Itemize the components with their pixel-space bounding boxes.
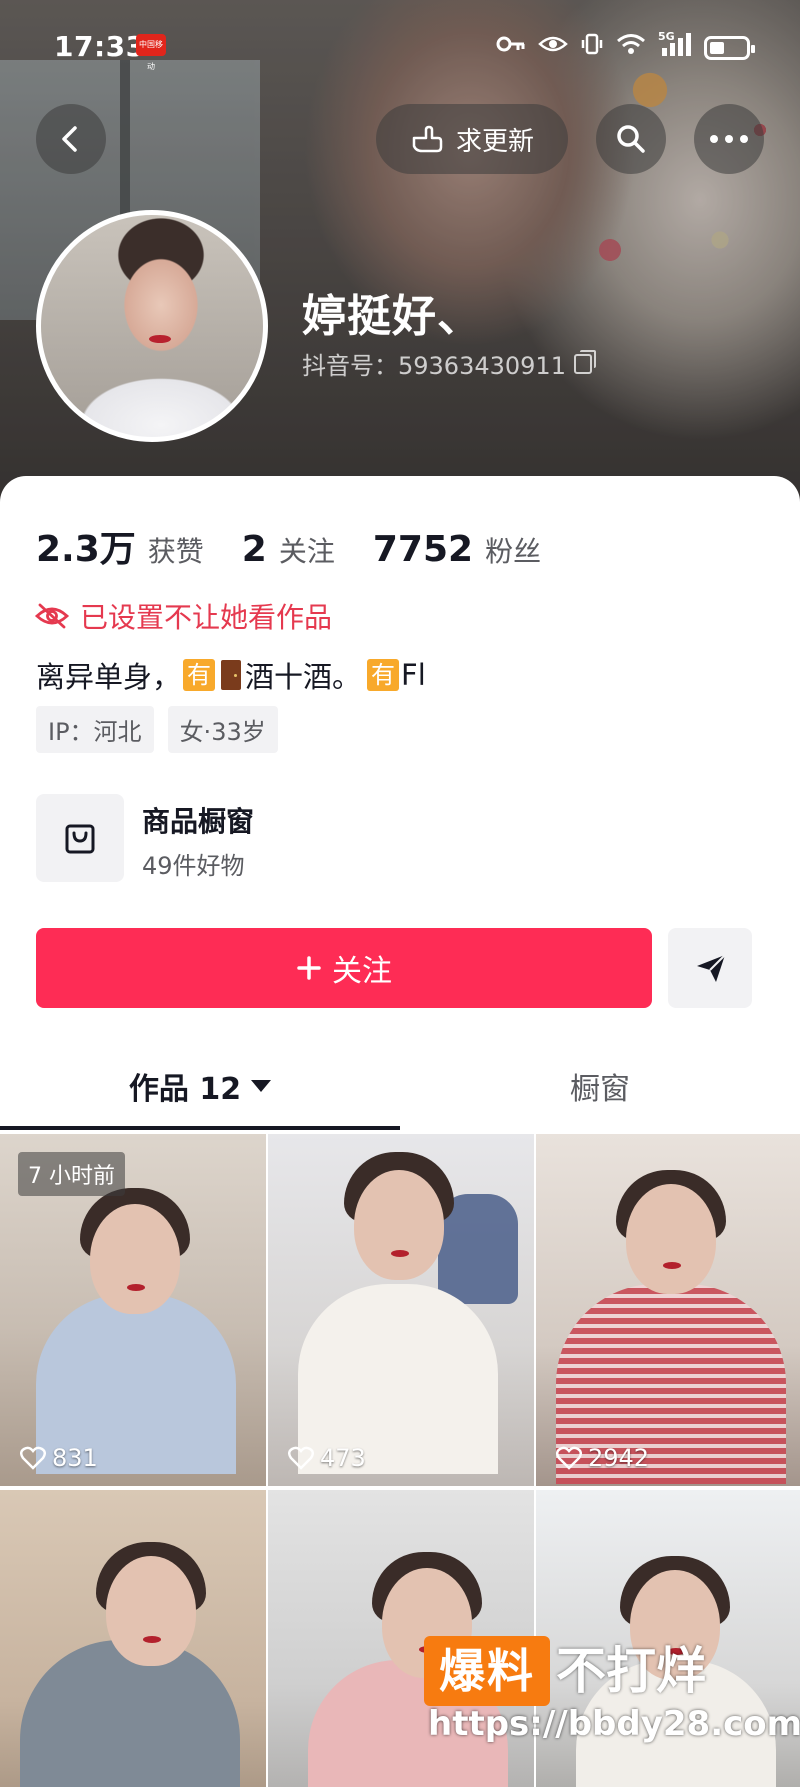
stat-following[interactable]: 2 关注 — [242, 529, 335, 570]
ip-location-chip: IP：河北 — [36, 706, 154, 753]
gender-age-chip: 女·33岁 — [167, 706, 278, 753]
active-tab-indicator — [0, 1126, 400, 1130]
profile-stats: 2.3万 获赞 2 关注 7752 粉丝 — [36, 520, 579, 572]
eye-slash-icon — [34, 603, 70, 629]
key-icon — [496, 34, 526, 61]
tab-works-label: 作品 12 — [128, 1072, 242, 1107]
watermark-badge: 爆料 — [424, 1636, 550, 1706]
search-icon — [617, 125, 645, 153]
more-dot-icon — [710, 135, 718, 143]
follow-label: 关注 — [332, 954, 392, 989]
wifi-icon — [616, 33, 646, 62]
video-likes-count: 473 — [320, 1444, 366, 1472]
follow-button[interactable]: 关注 — [36, 928, 652, 1008]
pointing-hand-icon — [412, 125, 443, 153]
request-update-button[interactable]: 求更新 — [376, 104, 568, 174]
stat-likes[interactable]: 2.3万 获赞 — [36, 520, 204, 572]
send-icon — [697, 954, 726, 982]
stat-value: 2.3万 — [36, 529, 136, 570]
video-time-badge: 7 小时前 — [18, 1152, 125, 1196]
stat-value: 7752 — [372, 529, 474, 570]
share-button[interactable] — [668, 928, 752, 1008]
carrier-badge: 中国移动 — [136, 34, 166, 71]
watermark-url: https://bbdy28.com — [428, 1704, 800, 1744]
video-likes-count: 2942 — [588, 1444, 650, 1472]
video-thumbnail[interactable]: 473 — [268, 1134, 534, 1486]
showcase-title: 商品橱窗 — [142, 805, 255, 838]
video-thumbnail[interactable]: 2942 — [536, 1134, 800, 1486]
douyin-id-text: 抖音号：59363430911 — [302, 352, 566, 380]
stat-label: 粉丝 — [485, 535, 542, 568]
product-showcase-entry[interactable]: 商品橱窗 49件好物 — [36, 794, 636, 884]
request-update-label: 求更新 — [455, 126, 534, 157]
blocked-notice-text: 已设置不让她看作品 — [80, 601, 333, 634]
heart-icon — [20, 1446, 46, 1470]
more-dot-icon — [740, 135, 748, 143]
eye-icon — [538, 34, 568, 61]
status-time: 17:33 — [54, 30, 146, 63]
vibrate-icon — [580, 32, 604, 63]
video-likes: 473 — [288, 1444, 366, 1472]
watermark-title: 不打烊 — [556, 1642, 706, 1700]
search-button[interactable] — [596, 104, 666, 174]
profile-name: 婷挺好、 — [302, 291, 482, 342]
heart-icon — [288, 1446, 314, 1470]
showcase-subtitle: 49件好物 — [142, 852, 245, 880]
tab-works[interactable]: 作品 12 — [0, 1042, 400, 1130]
status-icons: 5G — [496, 30, 755, 63]
blocked-notice[interactable]: 已设置不让她看作品 — [34, 596, 332, 636]
stat-followers[interactable]: 7752 粉丝 — [373, 529, 541, 570]
video-likes-count: 831 — [52, 1444, 98, 1472]
more-options-button[interactable] — [694, 104, 764, 174]
video-likes: 2942 — [556, 1444, 649, 1472]
caret-down-icon — [251, 1080, 272, 1092]
avatar[interactable] — [36, 210, 268, 442]
you-emoji-badge: 有 — [183, 659, 216, 691]
profile-tags: IP：河北 女·33岁 — [36, 706, 278, 753]
you-emoji-badge: 有 — [367, 659, 400, 691]
stat-label: 获赞 — [147, 535, 204, 568]
heart-icon — [556, 1446, 582, 1470]
profile-bio: 离异单身， 有 酒十酒。 有 Fl — [36, 658, 426, 694]
signal-icon: 5G — [658, 30, 692, 63]
video-thumbnail[interactable]: 7 小时前 831 — [0, 1134, 266, 1486]
shopping-bag-icon — [36, 794, 124, 882]
plus-icon — [297, 956, 321, 980]
chevron-left-icon — [62, 126, 77, 152]
status-bar: 17:33 中国移动 5G — [0, 26, 800, 71]
profile-card: 2.3万 获赞 2 关注 7752 粉丝 已设置不让她看作品 离异单身， 有 酒… — [0, 476, 800, 1787]
door-emoji-icon — [221, 660, 242, 690]
watermark: 爆料 不打烊 https://bbdy28.com — [424, 1636, 800, 1744]
content-tabs: 作品 12 橱窗 — [0, 1042, 800, 1130]
stat-value: 2 — [241, 529, 267, 570]
more-dot-icon — [725, 135, 733, 143]
video-likes: 831 — [20, 1444, 98, 1472]
douyin-id[interactable]: 抖音号：59363430911 — [302, 346, 596, 381]
stat-label: 关注 — [278, 535, 335, 568]
tab-showcase[interactable]: 橱窗 — [400, 1042, 800, 1130]
tab-showcase-label: 橱窗 — [570, 1072, 630, 1107]
back-button[interactable] — [36, 104, 106, 174]
video-thumbnail[interactable] — [0, 1490, 266, 1787]
battery-icon — [704, 35, 755, 60]
copy-icon[interactable] — [573, 349, 596, 374]
